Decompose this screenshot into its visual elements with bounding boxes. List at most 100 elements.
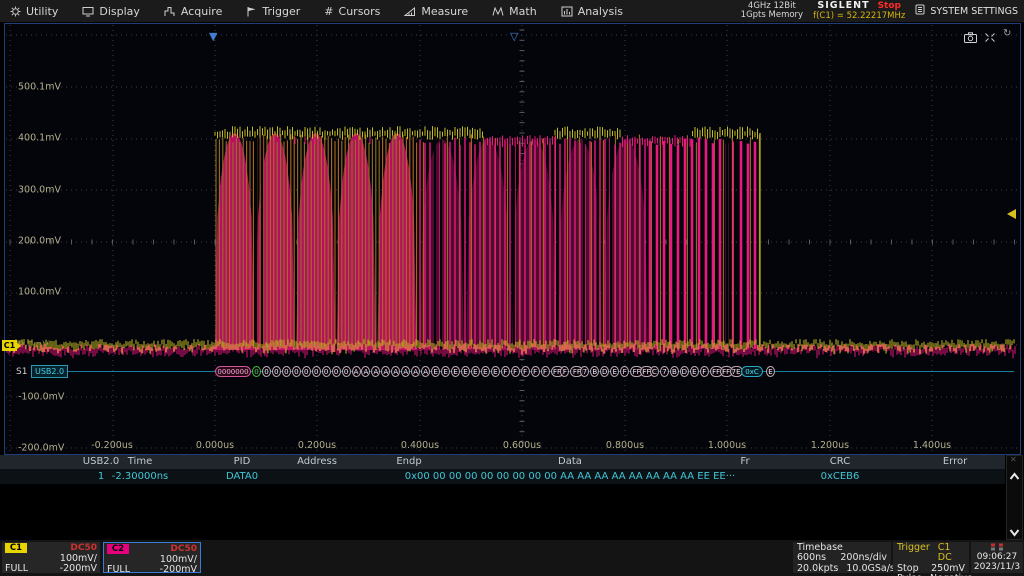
decode-token: 0 — [292, 366, 301, 377]
table-value-cell: 0xCEB6 — [821, 471, 860, 482]
menu-utility-label: Utility — [26, 5, 58, 18]
acquire-icon — [164, 6, 176, 17]
menu-cursors[interactable]: # Cursors — [314, 0, 394, 22]
flag-icon — [246, 6, 257, 17]
y-axis-label: 200.0mV — [18, 236, 61, 247]
menu-analysis[interactable]: Analysis — [551, 0, 637, 22]
menu-utility[interactable]: Utility — [0, 0, 72, 22]
decode-crc-token: 0xC — [741, 366, 763, 377]
decode-sync-token: 0000000 — [215, 366, 251, 377]
decode-tail-token: E — [766, 366, 775, 377]
table-header-cell: Data — [558, 456, 582, 467]
trigger-title: Trigger — [897, 543, 930, 564]
decode-token: 0 — [282, 366, 291, 377]
table-header-cell: Address — [297, 456, 337, 467]
frequency-counter: f(C1) = 52.22217MHz — [813, 12, 905, 22]
menu-display[interactable]: Display — [72, 0, 154, 22]
table-value-cell: 1 — [98, 471, 104, 482]
x-axis-label: -0.200us — [91, 440, 133, 451]
c1-bandwidth: FULL — [5, 564, 28, 575]
decode-token: E — [471, 366, 480, 377]
decode-token: 0 — [332, 366, 341, 377]
x-axis-label: 1.200us — [811, 440, 849, 451]
menu-math[interactable]: Math — [482, 0, 551, 22]
camera-icon[interactable] — [964, 28, 977, 47]
menu-measure[interactable]: Measure — [394, 0, 482, 22]
trigger-position-marker[interactable]: ▼ — [209, 32, 217, 42]
timebase-box[interactable]: Timebase 600ns200ns/div 20.0kpts10.0GSa/… — [793, 542, 891, 573]
decode-token: D — [680, 366, 689, 377]
run-state: Stop — [878, 1, 901, 11]
trigger-source: C1 DC — [938, 543, 965, 564]
scroll-down-icon[interactable] — [1007, 522, 1022, 536]
menu-trigger[interactable]: Trigger — [236, 0, 314, 22]
status-bar: C1DC50 100mV/ FULL-200mV C2DC50 100mV/ F… — [0, 540, 1024, 576]
rotate-display-icon[interactable]: ↻ — [1003, 28, 1011, 47]
decode-token: 0 — [262, 366, 271, 377]
menu-display-label: Display — [99, 5, 140, 18]
c2-coupling: DC50 — [170, 544, 197, 555]
table-value-cell: -2.30000ns — [112, 471, 169, 482]
menu-analysis-label: Analysis — [578, 5, 623, 18]
close-icon[interactable]: ✕ — [1010, 455, 1017, 464]
decode-token: E — [451, 366, 460, 377]
math-icon — [492, 6, 504, 17]
sample-rate: 10.0GSa/s — [846, 564, 895, 574]
channel-box-c2[interactable]: C2DC50 100mV/ FULL-200mV — [103, 542, 201, 573]
trigger-level-arrow[interactable] — [1007, 209, 1016, 219]
system-settings-button[interactable]: SYSTEM SETTINGS — [915, 4, 1018, 18]
x-axis-label: 0.200us — [298, 440, 336, 451]
table-header-cell: CRC — [830, 456, 850, 467]
display-icon — [82, 6, 94, 17]
y-axis-label: 500.1mV — [18, 82, 61, 93]
y-axis-label: -200.0mV — [18, 443, 64, 454]
horizontal-center-marker[interactable]: ▽ — [510, 32, 518, 42]
table-value-cell: DATA0 — [226, 471, 258, 482]
menu-acquire-label: Acquire — [181, 5, 222, 18]
table-value-cell: 0x00 00 00 00 00 00 00 00 00 AA AA AA AA… — [405, 471, 736, 482]
lan-icon — [971, 543, 1023, 552]
decode-token: E — [481, 366, 490, 377]
table-scrollbar[interactable] — [1006, 455, 1023, 540]
decode-token: 0 — [342, 366, 351, 377]
system-settings-label: SYSTEM SETTINGS — [930, 6, 1018, 17]
y-axis-label: -100.0mV — [18, 392, 64, 403]
menu-cursors-label: Cursors — [339, 5, 381, 18]
y-axis-label: 400.1mV — [18, 133, 61, 144]
measure-icon — [404, 6, 416, 17]
decode-token: A — [352, 366, 361, 377]
decode-token: E — [461, 366, 470, 377]
menu-acquire[interactable]: Acquire — [154, 0, 236, 22]
zoom-fit-icon[interactable] — [984, 28, 996, 47]
menu-math-label: Math — [509, 5, 537, 18]
decode-token: C — [650, 366, 659, 377]
list-icon — [915, 4, 925, 18]
c1-badge: C1 — [5, 543, 27, 553]
clock-box: 09:06:27 2023/11/3 — [971, 542, 1023, 573]
trigger-box[interactable]: TriggerC1 DC Stop250mV PulseNegative — [893, 542, 969, 573]
c2-badge: C2 — [107, 544, 129, 554]
table-header-cell: PID — [234, 456, 251, 467]
channel-box-c1[interactable]: C1DC50 100mV/ FULL-200mV — [2, 542, 100, 573]
cursors-icon: # — [324, 5, 333, 18]
x-axis-label: 0.400us — [401, 440, 439, 451]
waveform-panel[interactable] — [4, 23, 1021, 455]
scope-spec: 4GHz 12Bit1Gpts Memory — [741, 2, 803, 21]
usb-decode-badge[interactable]: USB2.0 — [31, 365, 68, 378]
table-header-cell: Fr — [740, 456, 749, 467]
decode-token: 0 — [312, 366, 321, 377]
decode-token: 0 — [302, 366, 311, 377]
c1-zero-marker[interactable]: C1 — [2, 340, 17, 351]
decode-token: F — [521, 366, 530, 377]
c2-bandwidth: FULL — [107, 565, 130, 576]
decode-table-row[interactable]: 1 -2.30000ns DATA0 0x00 00 00 00 00 00 00 0… — [0, 469, 1005, 484]
x-axis-label: 1.400us — [913, 440, 951, 451]
analysis-icon — [561, 6, 573, 17]
y-axis-label: 300.0mV — [18, 185, 61, 196]
c1-coupling: DC50 — [70, 543, 97, 554]
decode-token: E — [441, 366, 450, 377]
scroll-up-icon[interactable] — [1007, 466, 1022, 480]
oscilloscope-screen: Utility Display Acquire Trigger # Cursor… — [0, 0, 1024, 576]
decode-token: B — [670, 366, 679, 377]
brand-logo: SIGLENT — [817, 0, 869, 11]
